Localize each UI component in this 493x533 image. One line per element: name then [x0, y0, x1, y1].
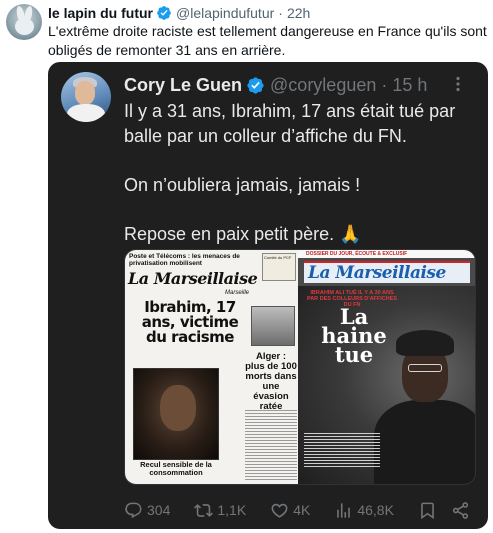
tweet-media[interactable]: Poste et Télécoms : les menaces de priva… — [124, 249, 476, 485]
separator-dot: · — [381, 74, 388, 95]
avatar-rabbit-head — [15, 18, 34, 35]
cover-person-body — [374, 400, 475, 484]
newspaper-portrait-photo — [133, 368, 219, 460]
outer-author-name[interactable]: le lapin du futur — [48, 5, 153, 21]
newspaper-side-photo — [251, 306, 295, 346]
cover-person-glasses — [408, 364, 443, 372]
views-icon — [337, 502, 351, 518]
newspaper-body-text — [304, 433, 381, 469]
outer-author-handle[interactable]: @lelapindufutur — [176, 5, 274, 21]
newspaper-brand: La Marseillaise — [308, 263, 446, 283]
repost-icon — [194, 503, 214, 517]
quoted-tweet-card[interactable]: Cory Le Guen @coryleguen · 15 h Il y a 3… — [48, 62, 488, 529]
repost-button[interactable]: 1,1K — [194, 501, 246, 520]
outer-tweet[interactable]: le lapin du futur @lelapindufutur · 22h … — [0, 0, 493, 533]
quoted-tweet-paragraph: On n’oubliera jamais, jamais ! — [124, 175, 361, 195]
views-count: 46,8K — [357, 502, 394, 518]
heart-icon — [271, 503, 288, 518]
outer-tweet-text: L'extrême droite raciste est tellement d… — [48, 23, 487, 58]
newspaper-top-headline: Poste et Télécoms : les menaces de priva… — [129, 253, 240, 267]
newspaper-brand: La Marseillaise — [128, 269, 258, 288]
quoted-tweet-paragraph: Il y a 31 ans, Ibrahim, 17 ans était tué… — [124, 101, 456, 146]
newspaper-brand-bar: La Marseillaise — [304, 261, 471, 283]
newspaper-photo-caption: Recul sensible de la consommation — [140, 460, 212, 477]
newspaper-text-column — [245, 410, 297, 480]
avatar-face — [75, 81, 95, 105]
avatar-shirt — [67, 104, 105, 122]
quoted-tweet-paragraph: Repose en paix petit père. 🙏 — [124, 224, 362, 244]
cover-person-cap — [396, 330, 455, 356]
tweet-actions-bar: 304 1,1K 4K 46,8K — [124, 500, 470, 520]
secondary-actions — [418, 501, 470, 520]
reply-button[interactable]: 304 — [124, 501, 170, 520]
reply-count: 304 — [147, 502, 171, 518]
portrait-face — [160, 385, 196, 431]
reply-icon — [125, 502, 142, 518]
bookmark-icon — [421, 502, 434, 519]
newspaper-edition: Marseille — [225, 290, 250, 296]
newspaper-side-headline: Alger : plus de 100 morts dans une évasi… — [245, 351, 297, 412]
repost-count: 1,1K — [217, 502, 247, 518]
verified-badge-icon — [157, 6, 171, 20]
newspaper-top-banner: DOSSIER DU JOUR, ÉCOUTE & EXCLUSIF — [298, 250, 475, 258]
share-icon — [452, 501, 469, 519]
like-count: 4K — [293, 502, 311, 518]
newspaper-headline: Ibrahim, 17 ans, victime du racisme — [141, 298, 239, 346]
like-button[interactable]: 4K — [270, 501, 310, 520]
bookmark-button[interactable] — [418, 501, 437, 520]
quoted-author-name[interactable]: Cory Le Guen — [124, 75, 242, 96]
newspaper-image-right[interactable]: DOSSIER DU JOUR, ÉCOUTE & EXCLUSIF La Ma… — [298, 250, 475, 484]
newspaper-side-box: Comité du PCF — [262, 253, 296, 281]
newspaper-headline: La haine tue — [321, 304, 387, 367]
quoted-tweet-time[interactable]: 15 h — [392, 75, 427, 96]
more-options-icon[interactable] — [450, 76, 466, 92]
separator-dot: · — [278, 5, 283, 21]
quoted-author-handle[interactable]: @coryleguen — [270, 75, 376, 96]
views-button[interactable]: 46,8K — [334, 501, 394, 520]
outer-author-avatar[interactable] — [6, 4, 42, 40]
quoted-tweet-header: Cory Le Guen @coryleguen · 15 h — [124, 74, 427, 96]
newspaper-image-left[interactable]: Poste et Télécoms : les menaces de priva… — [125, 250, 299, 484]
outer-tweet-header: le lapin du futur @lelapindufutur · 22h — [48, 4, 310, 22]
quoted-tweet-text: Il y a 31 ans, Ibrahim, 17 ans était tué… — [124, 99, 474, 247]
verified-badge-icon — [247, 76, 264, 94]
outer-tweet-time[interactable]: 22h — [287, 5, 310, 21]
quoted-author-avatar[interactable] — [61, 72, 111, 122]
share-button[interactable] — [451, 501, 470, 520]
